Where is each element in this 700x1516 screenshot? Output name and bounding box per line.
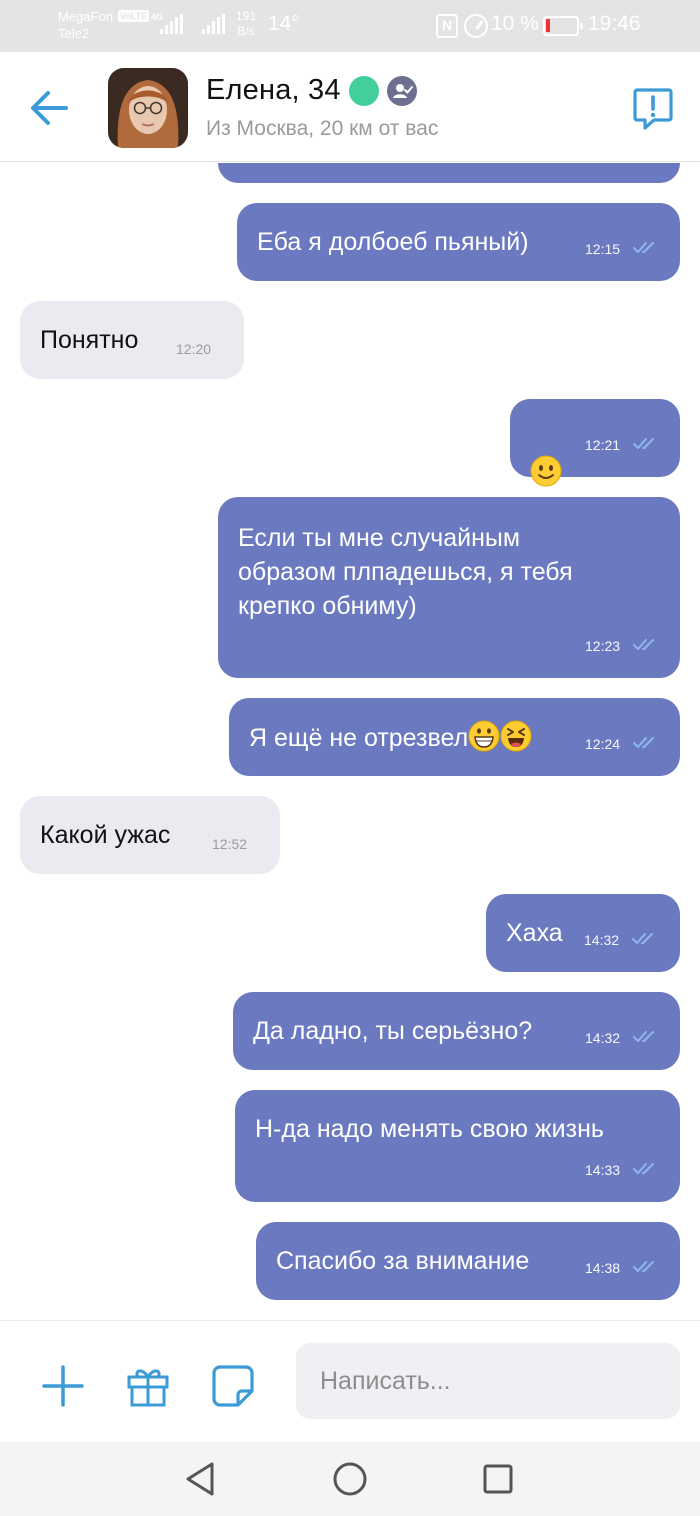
message-bubble-out[interactable]: Я ещё не отрезвел 12:24 [229,698,680,776]
grinning-face-icon [468,720,500,752]
nav-home-button[interactable] [330,1459,370,1499]
system-nav-bar [0,1442,700,1516]
read-check-icon [633,1163,654,1174]
back-button[interactable] [28,88,70,128]
message-bubble-out[interactable]: Еба я долбоеб пьяный) 12:15 [237,203,680,281]
read-check-icon [633,639,654,650]
square-recents-icon [483,1464,513,1494]
message-bubble-out[interactable]: 12:21 [510,399,680,487]
laughing-face-icon [500,720,532,752]
sticker-button[interactable] [210,1363,256,1409]
clock: 19:46 [588,12,641,35]
message-text: Какой ужас [40,821,171,849]
carrier-1: MegaFon [58,9,113,24]
read-check-icon [633,242,654,253]
message-time: 12:52 [212,836,248,852]
nav-back-button[interactable] [180,1459,220,1499]
battery-percent: 10 % [491,12,539,35]
read-check-icon [633,438,654,449]
nfc-icon: N [436,14,458,38]
name-row: Елена, 34 [206,74,417,107]
signal-icon-2 [202,14,225,34]
message-bubble-partial [218,163,680,183]
message-bubble-out[interactable]: Спасибо за внимание 14:38 [256,1222,680,1300]
message-time: 14:33 [585,1162,621,1178]
message-input[interactable] [296,1343,680,1419]
message-text [530,421,562,490]
plus-icon [42,1365,84,1407]
report-button[interactable] [632,86,674,132]
signal-icon [160,14,183,34]
message-list[interactable]: Еба я долбоеб пьяный) 12:15 Понятно 12:2… [0,163,700,1320]
speed-gauge-icon [464,14,488,38]
message-text: Н-да надо менять свою жизнь [255,1115,604,1143]
sticker-icon [212,1365,254,1407]
message-bubble-out[interactable]: Хаха 14:32 [486,894,680,972]
nav-recents-button[interactable] [478,1459,518,1499]
gift-icon [127,1369,169,1407]
carrier-2: Tele2 [58,26,90,41]
report-icon [633,88,673,130]
message-text: Понятно [40,326,139,354]
read-check-icon [633,737,654,748]
message-bubble-out[interactable]: Да ладно, ты серьёзно? 14:32 [233,992,680,1070]
message-text: Хаха [506,919,563,947]
status-bar: MegaFon Tele2 VoLTE 4G 191 B/s 14° N 10 … [0,0,700,52]
verified-icon [386,75,417,106]
online-indicator [348,75,379,106]
message-time: 12:20 [176,341,212,357]
message-text: Я ещё не отрезвел [249,720,532,755]
message-time: 14:38 [585,1260,621,1276]
read-check-icon [633,1031,654,1042]
attach-button[interactable] [40,1363,86,1409]
message-time: 12:15 [585,241,621,257]
message-bubble-out[interactable]: Если ты мне случайным образом плпадешься… [218,497,680,678]
message-time: 12:21 [585,437,621,453]
triangle-back-icon [186,1462,214,1496]
read-check-icon [632,933,653,944]
message-time: 12:24 [585,736,621,752]
message-text: Еба я долбоеб пьяный) [257,228,529,256]
chat-header: Елена, 34 Из Москва, 20 км от вас [0,52,700,162]
message-time: 14:32 [585,1030,621,1046]
contact-name[interactable]: Елена, 34 [206,74,341,107]
message-text: Спасибо за внимание [276,1247,530,1275]
message-time: 12:23 [585,638,621,654]
circle-home-icon [333,1462,367,1496]
message-bubble-out[interactable]: Н-да надо менять свою жизнь 14:33 [235,1090,680,1202]
gift-button[interactable] [125,1363,171,1409]
volte-badge: VoLTE [118,10,150,22]
message-bubble-in[interactable]: Какой ужас 12:52 [20,796,280,874]
message-time: 14:32 [584,932,620,948]
arrow-left-icon [31,91,68,125]
message-bubble-in[interactable]: Понятно 12:20 [20,301,244,379]
read-check-icon [633,1261,654,1272]
temperature: 14° [268,12,300,35]
battery-icon [543,16,583,36]
slightly-smiling-face-icon [530,455,562,487]
network-speed: 191 B/s [236,9,257,38]
message-text: Да ладно, ты серьёзно? [253,1017,533,1045]
carrier-names: MegaFon Tele2 [58,8,113,42]
avatar[interactable] [108,68,188,148]
message-text: Если ты мне случайным образом плпадешься… [238,524,573,620]
contact-location: Из Москва, 20 км от вас [206,117,439,140]
message-composer [0,1320,700,1442]
